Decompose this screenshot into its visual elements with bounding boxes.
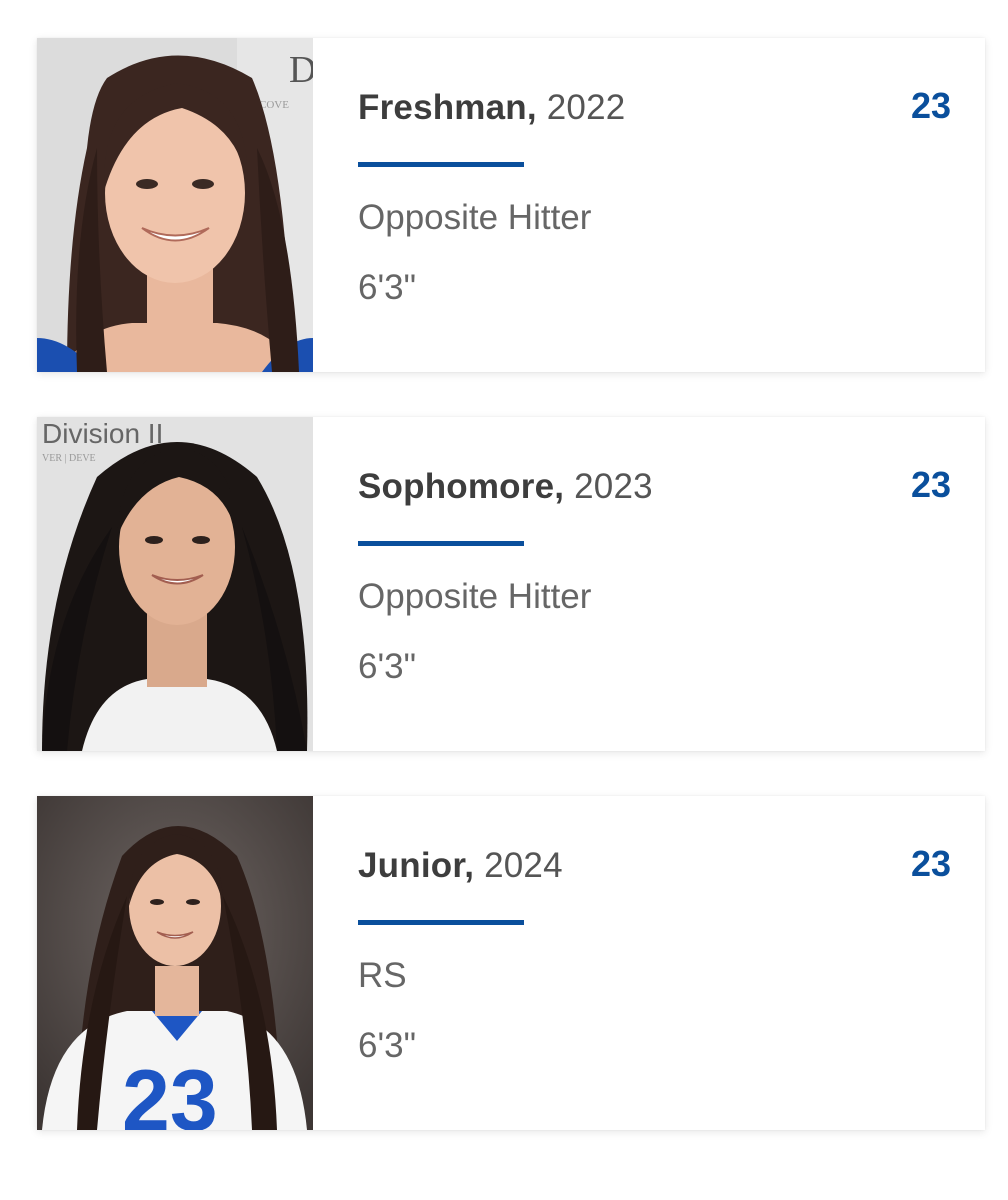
- height: 6'3": [358, 268, 417, 307]
- class-year: Sophomore, 2023: [358, 467, 653, 507]
- backdrop-logo-subtext: COVE: [259, 99, 289, 111]
- position: RS: [358, 956, 407, 995]
- divider: [358, 541, 524, 546]
- divider: [358, 920, 524, 925]
- height: 6'3": [358, 1026, 417, 1065]
- player-photo: Division II VER | DEVE: [37, 417, 313, 751]
- backdrop-logo-text: Division II: [42, 418, 163, 449]
- jersey-number: 23: [910, 464, 951, 505]
- player-card[interactable]: Division II VER | DEVE Sophomore, 2023 O…: [37, 417, 985, 751]
- class-label: Junior,: [358, 846, 475, 885]
- position: Opposite Hitter: [358, 577, 592, 616]
- class-year: Junior, 2024: [358, 846, 563, 886]
- roster-history: D COVE Freshman, 2022 Opposite Hitter 6'…: [0, 0, 1008, 1200]
- player-info: Sophomore, 2023 Opposite Hitter 6'3" 23: [313, 417, 985, 751]
- year: 2024: [484, 846, 563, 885]
- player-info: Freshman, 2022 Opposite Hitter 6'3" 23: [313, 38, 985, 372]
- class-label: Sophomore,: [358, 467, 565, 506]
- backdrop-logo-subtext: VER | DEVE: [42, 453, 96, 464]
- jersey-number: 23: [910, 85, 951, 126]
- year: 2022: [546, 88, 626, 127]
- jersey-print: 23: [122, 1053, 218, 1130]
- height: 6'3": [358, 647, 417, 686]
- position: Opposite Hitter: [358, 198, 592, 237]
- jersey-number: 23: [910, 843, 951, 884]
- backdrop-logo-text: D: [289, 49, 313, 91]
- player-info: Junior, 2024 RS 6'3" 23: [313, 796, 985, 1130]
- year: 2023: [574, 467, 653, 506]
- player-photo: 23: [37, 796, 313, 1130]
- player-card[interactable]: 23 Junior, 2024 RS 6'3" 23: [37, 796, 985, 1130]
- player-card[interactable]: D COVE Freshman, 2022 Opposite Hitter 6'…: [37, 38, 985, 372]
- divider: [358, 162, 524, 167]
- class-year: Freshman, 2022: [358, 88, 625, 128]
- class-label: Freshman,: [358, 88, 537, 127]
- player-photo: D COVE: [37, 38, 313, 372]
